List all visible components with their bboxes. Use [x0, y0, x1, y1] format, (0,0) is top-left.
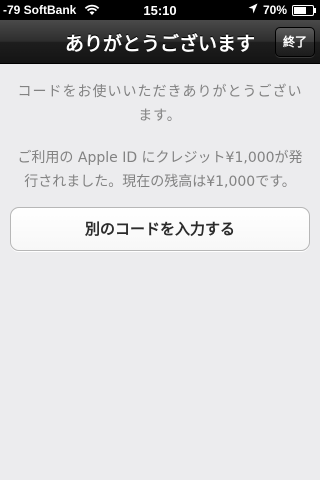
main-content: コードをお使いいただきありがとうございます。 ご利用の Apple ID にクレ… [0, 64, 320, 194]
battery-percent: 70% [262, 3, 287, 17]
credit-message: ご利用の Apple ID にクレジット¥1,000が発行されました。現在の残高… [17, 150, 303, 190]
enter-another-code-button[interactable]: 別のコードを入力する [10, 207, 310, 251]
done-button[interactable]: 終了 [274, 27, 315, 57]
thanks-message: コードをお使いいただきありがとうございます。 [17, 84, 303, 124]
navigation-bar: ありがとうございます 終了 [0, 20, 320, 64]
location-arrow-icon [248, 3, 258, 17]
page-title: ありがとうございます [64, 33, 255, 55]
status-right: 70% [248, 3, 316, 17]
battery-icon [292, 4, 316, 16]
status-bar: -79 SoftBank 15:10 70% [0, 0, 320, 20]
